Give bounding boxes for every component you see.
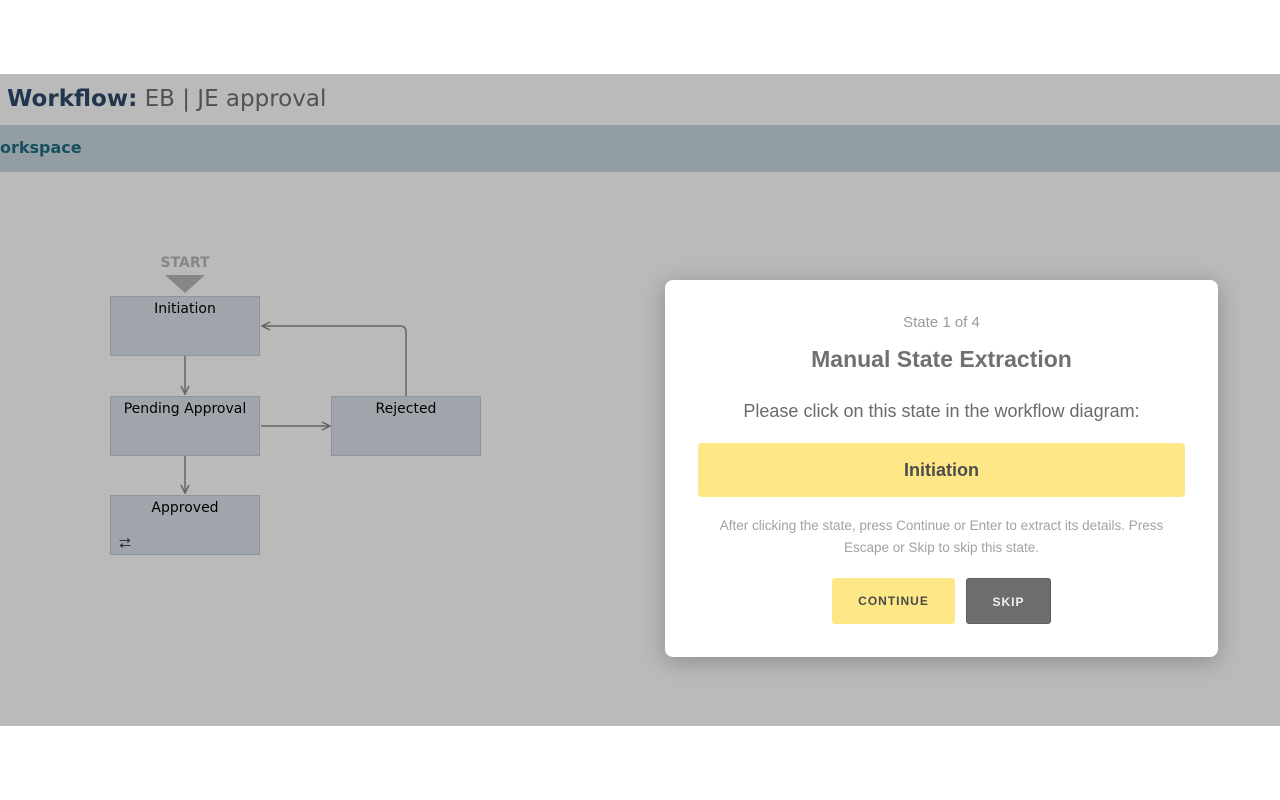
dialog-instruction: Please click on this state in the workfl… <box>743 401 1140 421</box>
workflow-app: Workflow: EB | JE approval orkspace STAR… <box>0 74 1280 726</box>
target-state-name: Initiation <box>698 443 1185 497</box>
manual-state-extraction-dialog: State 1 of 4 Manual State Extraction Ple… <box>665 280 1218 657</box>
skip-button[interactable]: Skip <box>966 578 1051 624</box>
step-counter: State 1 of 4 <box>903 314 980 331</box>
dialog-hint: After clicking the state, press Continue… <box>719 518 1164 555</box>
dialog-title: Manual State Extraction <box>811 346 1072 372</box>
continue-button[interactable]: Continue <box>832 578 955 624</box>
